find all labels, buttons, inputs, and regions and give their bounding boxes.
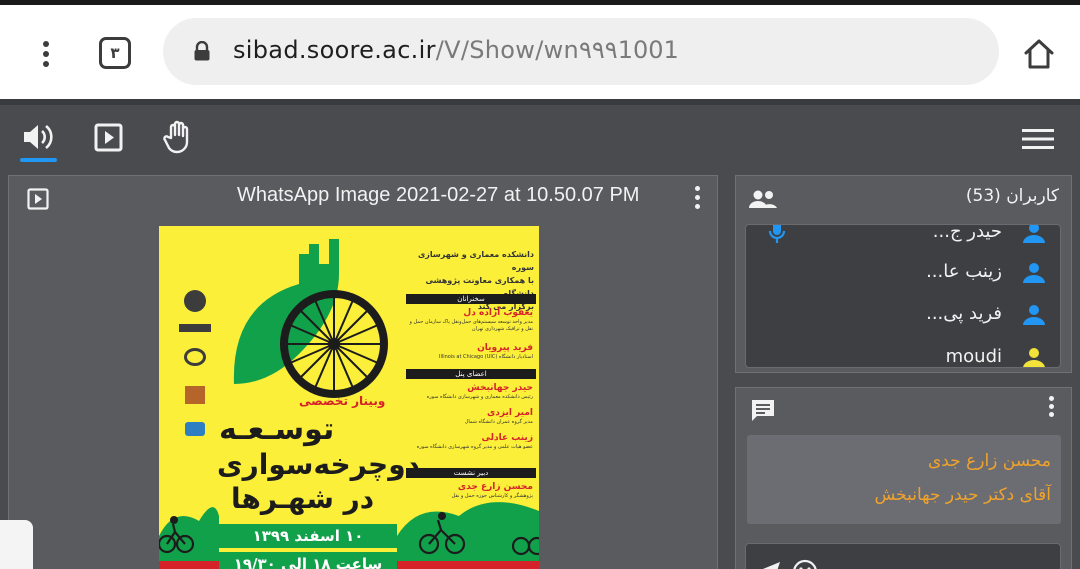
microphone-icon [768, 225, 786, 243]
users-count-title: کاربران (53) [965, 186, 1059, 206]
hamburger-menu-icon[interactable] [1022, 128, 1054, 150]
url-path: /V/Show/wn۹۹۹1001 [435, 36, 679, 64]
side-drawer-handle[interactable] [0, 520, 33, 569]
speaker-entry: یعقوب آزاده دل مدیر واحد توسعه سیستم‌های… [409, 308, 533, 332]
user-icon [1023, 305, 1045, 325]
user-icon [1023, 225, 1045, 243]
tab-switcher-button[interactable]: ۳ [99, 37, 131, 69]
emoji-icon[interactable] [792, 559, 818, 569]
panel-member-entry: زینب عادلی عضو هیات علمی و مدیر گروه شهر… [416, 433, 533, 450]
audio-speaker-icon[interactable] [22, 123, 54, 151]
chat-options-button[interactable] [1049, 396, 1057, 420]
chat-input[interactable] [745, 543, 1061, 569]
event-date: ۱۰ اسفند ۱۳۹۹ [219, 524, 397, 548]
bicycle-wheel-graphic [233, 239, 388, 398]
presentation-slide: دانشکده معماری و شهرسازی سوره با همکاری … [159, 226, 539, 569]
poster-headline: توسـعـه [219, 412, 335, 447]
users-group-icon [749, 190, 777, 208]
panel-member-entry: حیدر جهانبخش رئیس دانشکده معماری و شهرسا… [426, 383, 533, 400]
panel-member-entry: امیر ایزدی مدیر گروه عمران دانشگاه شمال [464, 408, 533, 425]
active-tab-indicator [20, 158, 57, 162]
sponsor-logo [179, 324, 211, 332]
presentation-play-icon[interactable] [94, 123, 123, 152]
users-panel: کاربران (53) حیدر ج... زینب عا... فرید پ… [735, 175, 1072, 373]
message-author: محسن زارع جدی [927, 451, 1051, 471]
address-bar[interactable]: sibad.soore.ac.ir/V/Show/wn۹۹۹1001 [163, 18, 999, 85]
send-icon[interactable] [756, 560, 782, 569]
url-text: sibad.soore.ac.ir/V/Show/wn۹۹۹1001 [233, 36, 679, 64]
sponsor-logo [185, 386, 205, 404]
presentation-options-button[interactable] [695, 186, 703, 210]
chat-panel: محسن زارع جدی آقای دکتر حیدر جهانبخش [735, 387, 1072, 569]
presentation-panel: WhatsApp Image 2021-02-27 at 10.50.07 PM [8, 175, 718, 569]
event-time: ساعت ۱۸ الی ۱۹/۳۰ [219, 552, 397, 569]
user-row[interactable]: moudi [746, 338, 1060, 367]
webinar-label: وبینار تخصصی [299, 394, 386, 408]
user-row[interactable]: فرید پی... [746, 295, 1060, 335]
user-icon [1023, 348, 1045, 367]
sponsor-logo [185, 422, 205, 436]
raise-hand-icon[interactable] [163, 120, 195, 154]
browser-toolbar: ۳ sibad.soore.ac.ir/V/Show/wn۹۹۹1001 [0, 5, 1080, 99]
user-row[interactable]: حیدر ج... [746, 225, 1060, 253]
user-icon [1023, 263, 1045, 283]
lock-icon [194, 41, 210, 61]
panel-header: اعضای پنل [406, 369, 536, 379]
browser-menu-button[interactable] [36, 39, 56, 69]
presentation-icon[interactable] [27, 188, 49, 210]
speakers-header: سخنرانان [406, 294, 536, 304]
meeting-toolbar [0, 105, 1080, 170]
users-list[interactable]: حیدر ج... زینب عا... فرید پی... moudi [745, 224, 1061, 368]
sponsor-logo [184, 348, 206, 366]
message-text: آقای دکتر حیدر جهانبخش [874, 485, 1051, 505]
home-icon[interactable] [1022, 37, 1056, 71]
university-logo [184, 290, 206, 312]
chat-message: محسن زارع جدی آقای دکتر حیدر جهانبخش [747, 435, 1061, 524]
chat-icon [752, 400, 774, 421]
user-row[interactable]: زینب عا... [746, 253, 1060, 293]
url-host: sibad.soore.ac.ir [233, 36, 436, 64]
presentation-title: WhatsApp Image 2021-02-27 at 10.50.07 PM [237, 184, 640, 206]
speaker-entry: فرید پیرویان استادیار دانشگاه (UIC) Illi… [438, 343, 533, 360]
